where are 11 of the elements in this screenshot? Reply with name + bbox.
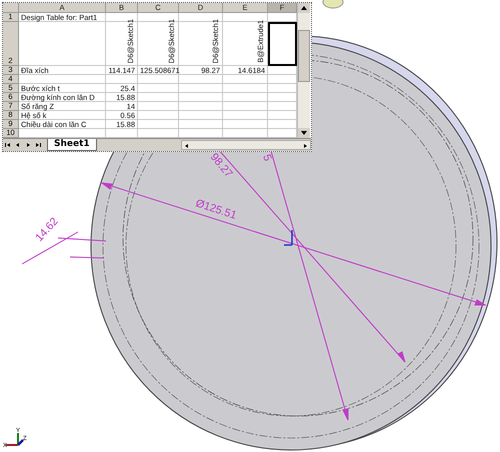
- scrollbar-thumb[interactable]: [298, 30, 310, 82]
- previous-sheet-icon[interactable]: [3, 140, 13, 150]
- origin-marker-icon: [284, 230, 293, 246]
- sheet-tab[interactable]: Sheet1: [47, 139, 97, 151]
- next-sheet-icon[interactable]: [33, 140, 43, 150]
- cropped-toolbar-icon: [322, 0, 344, 8]
- vertical-scrollbar[interactable]: [297, 3, 310, 138]
- corner-cell[interactable]: [3, 3, 19, 13]
- axis-triad-drawing: [6, 433, 24, 446]
- horizontal-scrollbar[interactable]: [181, 140, 311, 150]
- dimension-label: 5: [260, 152, 274, 163]
